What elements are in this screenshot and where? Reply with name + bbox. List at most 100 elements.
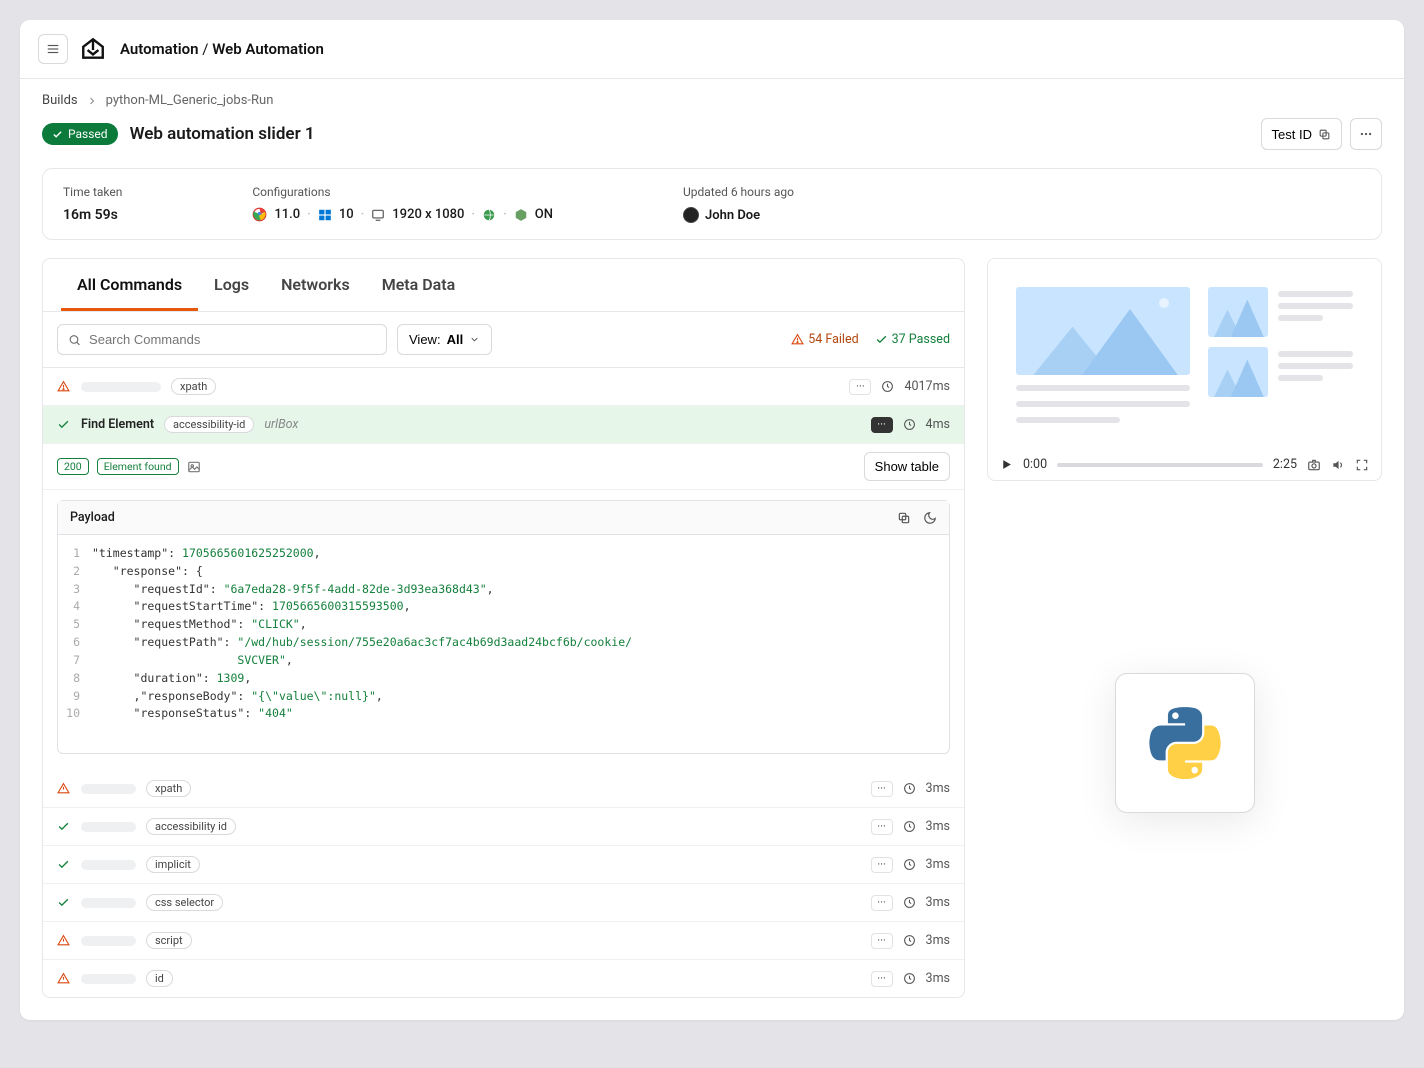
- menu-button[interactable]: [38, 34, 68, 64]
- session-meta: Time taken 16m 59s Configurations 11.0 ·…: [42, 168, 1382, 240]
- secondary-breadcrumb: Builds python-ML_Generic_jobs-Run: [42, 93, 1382, 108]
- check-icon: [57, 858, 70, 871]
- clock-icon: [903, 418, 916, 431]
- row-more-button[interactable]: ···: [871, 857, 893, 873]
- row-more-button[interactable]: ···: [849, 379, 871, 395]
- search-input[interactable]: [89, 332, 376, 347]
- time-taken-value: 16m 59s: [63, 207, 122, 223]
- view-filter[interactable]: View: All: [397, 324, 492, 355]
- row-more-button[interactable]: ···: [871, 417, 893, 433]
- http-code: 200: [57, 458, 89, 475]
- resolution: 1920 x 1080: [392, 207, 464, 222]
- duration: 4017ms: [904, 379, 950, 394]
- locator-tag: accessibility-id: [164, 416, 254, 433]
- moon-icon[interactable]: [923, 511, 937, 525]
- command-row[interactable]: accessibility id ···3ms: [43, 808, 964, 846]
- monitor-icon: [371, 208, 385, 222]
- warning-icon: [57, 972, 70, 985]
- crumb-current[interactable]: python-ML_Generic_jobs-Run: [106, 93, 274, 108]
- camera-icon[interactable]: [1307, 458, 1321, 472]
- warning-icon: [57, 380, 70, 393]
- search-commands[interactable]: [57, 324, 387, 355]
- tab-metadata[interactable]: Meta Data: [366, 259, 472, 311]
- command-row[interactable]: script ···3ms: [43, 922, 964, 960]
- user-name: John Doe: [705, 208, 760, 223]
- more-horizontal-icon: [1359, 127, 1373, 141]
- row-more-button[interactable]: ···: [871, 819, 893, 835]
- check-icon: [57, 418, 70, 431]
- show-table-button[interactable]: Show table: [864, 452, 950, 481]
- python-logo-card: [1115, 673, 1255, 813]
- locator-tag: xpath: [171, 378, 216, 395]
- command-name: Find Element: [81, 417, 154, 432]
- search-icon: [68, 333, 81, 347]
- check-icon: [57, 820, 70, 833]
- test-id-button[interactable]: Test ID: [1261, 118, 1342, 150]
- command-row[interactable]: implicit ···3ms: [43, 846, 964, 884]
- crumb-builds[interactable]: Builds: [42, 93, 78, 108]
- clock-icon: [881, 380, 894, 393]
- check-icon: [52, 129, 63, 140]
- breadcrumb-leaf[interactable]: Web Automation: [212, 40, 324, 58]
- chevron-down-icon: [469, 334, 480, 345]
- fullscreen-icon[interactable]: [1355, 458, 1369, 472]
- breadcrumb-root[interactable]: Automation: [120, 40, 199, 58]
- payload-code[interactable]: 1"timestamp": 1705665601625252000,2 "res…: [58, 535, 949, 753]
- node-icon: [514, 208, 528, 222]
- row-more-button[interactable]: ···: [871, 781, 893, 797]
- command-row[interactable]: xpath ···3ms: [43, 770, 964, 808]
- clock-icon: [903, 858, 916, 871]
- video-progress[interactable]: [1057, 463, 1263, 467]
- command-name-placeholder: [81, 382, 161, 392]
- command-row[interactable]: xpath ··· 4017ms: [43, 368, 964, 406]
- more-actions-button[interactable]: [1350, 118, 1382, 150]
- command-row[interactable]: css selector ···3ms: [43, 884, 964, 922]
- globe-icon: [482, 208, 496, 222]
- warning-icon: [791, 333, 804, 346]
- check-icon: [875, 333, 888, 346]
- os-version: 10: [339, 207, 354, 222]
- play-icon: [1000, 458, 1013, 471]
- hamburger-icon: [46, 42, 60, 56]
- screenshot-icon[interactable]: [187, 459, 203, 475]
- command-row-active[interactable]: Find Element accessibility-id urlBox ···…: [43, 406, 964, 444]
- row-more-button[interactable]: ···: [871, 971, 893, 987]
- row-more-button[interactable]: ···: [871, 933, 893, 949]
- command-row[interactable]: id ···3ms: [43, 960, 964, 997]
- image-placeholder: [1016, 287, 1190, 375]
- duration: 4ms: [926, 417, 950, 432]
- warning-icon: [57, 934, 70, 947]
- clock-icon: [903, 782, 916, 795]
- play-button[interactable]: [1000, 458, 1013, 471]
- payload-title: Payload: [70, 510, 115, 525]
- warning-icon: [57, 782, 70, 795]
- browser-version: 11.0: [274, 207, 300, 222]
- status-badge: Passed: [42, 123, 118, 145]
- video-current-time: 0:00: [1023, 457, 1047, 472]
- configurations-label: Configurations: [252, 185, 553, 199]
- clock-icon: [903, 972, 916, 985]
- python-icon: [1149, 707, 1221, 779]
- clock-icon: [903, 896, 916, 909]
- volume-icon[interactable]: [1331, 458, 1345, 472]
- element-found: Element found: [97, 458, 179, 475]
- updated-label: Updated 6 hours ago: [683, 185, 794, 199]
- time-taken-label: Time taken: [63, 185, 122, 199]
- tabs: All Commands Logs Networks Meta Data: [43, 259, 964, 312]
- check-icon: [57, 896, 70, 909]
- payload-panel: Payload 1"timestamp": 170566560162525200…: [57, 500, 950, 754]
- row-more-button[interactable]: ···: [871, 895, 893, 911]
- page-title: Web automation slider 1: [130, 124, 315, 144]
- video-total-time: 2:25: [1273, 457, 1297, 472]
- tab-logs[interactable]: Logs: [198, 259, 265, 311]
- copy-icon: [1318, 128, 1331, 141]
- clock-icon: [903, 934, 916, 947]
- image-placeholder: [1208, 347, 1268, 397]
- tab-networks[interactable]: Networks: [265, 259, 366, 311]
- breadcrumb: Automation / Web Automation: [120, 40, 324, 58]
- copy-icon[interactable]: [897, 511, 911, 525]
- tab-all-commands[interactable]: All Commands: [61, 259, 198, 311]
- command-status-row: 200 Element found Show table: [43, 444, 964, 490]
- image-placeholder: [1208, 287, 1268, 337]
- chevron-right-icon: [86, 95, 98, 107]
